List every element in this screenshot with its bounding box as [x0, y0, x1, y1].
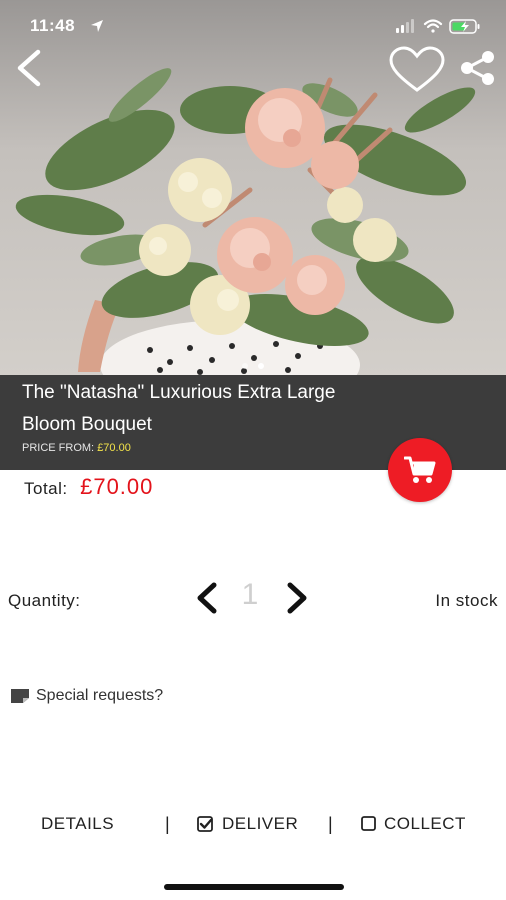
- note-icon: [11, 689, 29, 703]
- wifi-icon: [423, 19, 443, 33]
- quantity-value[interactable]: 1: [232, 578, 268, 612]
- quantity-decrease-button[interactable]: [192, 580, 222, 616]
- add-to-cart-button[interactable]: [388, 438, 452, 502]
- checkbox-empty-icon: [361, 816, 376, 831]
- stock-status: In stock: [435, 591, 498, 610]
- share-button[interactable]: [458, 48, 502, 92]
- price-from: PRICE FROM: £70.00: [22, 442, 131, 454]
- price-from-value: £70.00: [97, 442, 131, 454]
- tab-separator: |: [328, 814, 333, 834]
- gallery-dot[interactable]: [241, 363, 248, 369]
- price-from-label: PRICE FROM:: [22, 442, 95, 454]
- status-time: 11:48: [30, 16, 76, 35]
- quantity-label: Quantity:: [8, 591, 81, 610]
- total-label: Total:: [24, 479, 68, 498]
- quantity-increase-button[interactable]: [282, 580, 312, 616]
- tab-separator: |: [165, 814, 170, 834]
- total-row: Total: £70.00: [24, 474, 153, 500]
- signal-icon: [396, 19, 414, 33]
- gallery-pagination: [0, 356, 506, 374]
- tab-deliver-label: DELIVER: [222, 814, 299, 833]
- chevron-right-icon: [287, 582, 307, 614]
- tab-collect-label: COLLECT: [384, 814, 466, 833]
- fulfilment-tabs: DETAILS | DELIVER | COLLECT: [0, 814, 506, 844]
- product-title: The "Natasha" Luxurious Extra Large Bloo…: [22, 382, 336, 435]
- checkbox-checked-icon: [197, 816, 213, 832]
- back-arrow-icon: [17, 49, 41, 87]
- battery-icon: [449, 19, 480, 34]
- tab-deliver[interactable]: DELIVER: [196, 814, 298, 834]
- total-value: £70.00: [80, 474, 154, 499]
- tab-details[interactable]: DETAILS: [41, 814, 114, 834]
- chevron-left-icon: [197, 582, 217, 614]
- heart-icon: [389, 46, 445, 92]
- gallery-dot-active[interactable]: [258, 363, 265, 369]
- share-icon: [461, 51, 494, 85]
- tab-details-label: DETAILS: [41, 814, 115, 833]
- back-button[interactable]: [12, 48, 52, 92]
- special-requests-label: Special requests?: [36, 687, 164, 704]
- status-icons: [396, 16, 486, 41]
- home-indicator[interactable]: [164, 884, 344, 890]
- tab-collect[interactable]: COLLECT: [360, 814, 466, 834]
- special-requests-link[interactable]: Special requests?: [10, 687, 163, 705]
- location-arrow-icon: [91, 20, 103, 32]
- favorite-button[interactable]: [388, 46, 448, 94]
- cart-icon: [404, 456, 436, 483]
